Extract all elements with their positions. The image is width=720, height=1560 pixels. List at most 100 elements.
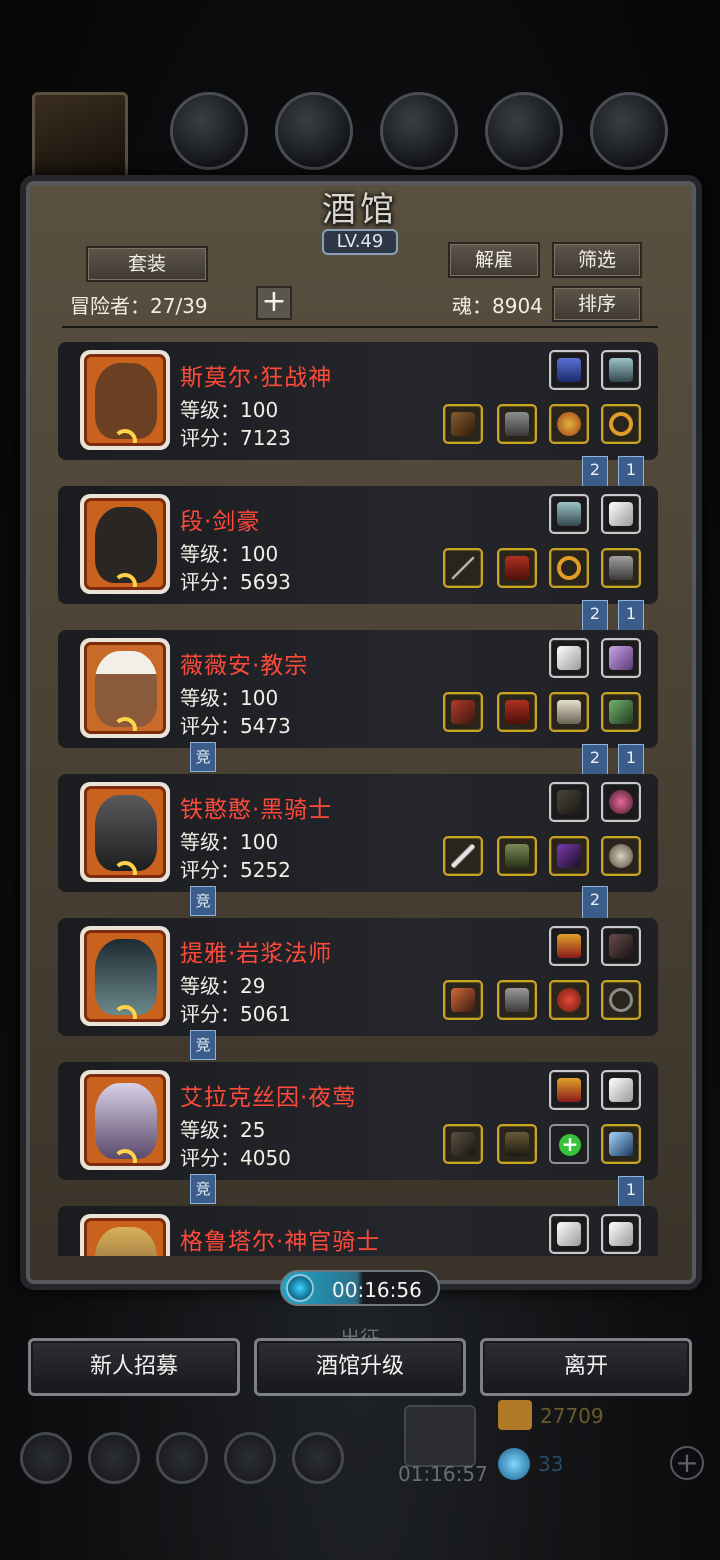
adventurer-count: 冒险者：27/39 (70, 294, 208, 318)
gem-amount: 33 (538, 1452, 564, 1476)
slot-flag: 2 (582, 600, 608, 634)
gem-icon (498, 1448, 530, 1480)
hero-card[interactable]: 斯莫尔·狂战神 等级：100 评分：7123 (58, 342, 658, 460)
scythe-icon[interactable] (443, 1124, 483, 1164)
add-currency-button[interactable]: + (670, 1446, 704, 1480)
hero-card[interactable]: 格鲁塔尔·神官骑士 (58, 1206, 658, 1256)
ring-icon[interactable] (601, 404, 641, 444)
orb-icon[interactable] (601, 782, 641, 822)
hero-score: 评分：5693 (180, 570, 291, 594)
hero-score: 评分：5252 (180, 858, 291, 882)
gift-icon[interactable] (404, 1405, 476, 1467)
gem-ring-icon[interactable] (549, 980, 589, 1020)
crest-icon[interactable] (549, 1070, 589, 1110)
crest-icon[interactable] (549, 926, 589, 966)
leave-button[interactable]: 离开 (480, 1338, 692, 1396)
hero-card[interactable]: 艾拉克丝因·夜莺 等级：25 评分：4050 + (58, 1062, 658, 1180)
axe-icon[interactable] (443, 404, 483, 444)
hero-score: 评分：5473 (180, 714, 291, 738)
gift-timer: 01:16:57 (398, 1462, 488, 1486)
shield-icon[interactable] (601, 836, 641, 876)
suit-button[interactable]: 套装 (86, 246, 208, 282)
armor-icon[interactable] (497, 980, 537, 1020)
hero-level: 等级：29 (180, 974, 266, 998)
codex-icon[interactable] (156, 1432, 208, 1484)
feather-icon[interactable] (601, 494, 641, 534)
claw-icon[interactable] (601, 692, 641, 732)
hero-name: 铁憨憨·黑骑士 (180, 797, 333, 823)
amulet-icon[interactable] (601, 980, 641, 1020)
avatar[interactable] (80, 350, 170, 450)
armor-icon[interactable] (497, 404, 537, 444)
recruit-button[interactable]: 新人招募 (28, 1338, 240, 1396)
crystal-icon[interactable] (601, 638, 641, 678)
gauntlet-icon[interactable] (549, 692, 589, 732)
header-divider (62, 326, 658, 328)
spear-icon[interactable] (443, 548, 483, 588)
add-slot-icon[interactable]: + (549, 1124, 589, 1164)
slot-flag: 1 (618, 744, 644, 778)
slot-flag: 1 (618, 600, 644, 634)
avatar[interactable] (80, 782, 170, 882)
ring-icon[interactable] (549, 548, 589, 588)
competition-flag: 竞 (190, 1174, 216, 1204)
hammer-icon[interactable] (443, 692, 483, 732)
staff-icon[interactable] (443, 980, 483, 1020)
avatar[interactable] (80, 1214, 170, 1256)
quill-icon[interactable] (601, 926, 641, 966)
upgrade-tavern-button[interactable]: 酒馆升级 (254, 1338, 466, 1396)
avatar[interactable] (80, 638, 170, 738)
slot-flag: 2 (582, 456, 608, 490)
share-icon[interactable] (292, 1432, 344, 1484)
slot-flag: 1 (618, 1176, 644, 1210)
cloak-icon[interactable] (497, 548, 537, 588)
slot-flag: 2 (582, 886, 608, 920)
achievement-icon[interactable] (88, 1432, 140, 1484)
tavern-title-plate: 酒馆 (0, 182, 720, 231)
wing-charm-icon[interactable] (601, 350, 641, 390)
sort-button[interactable]: 排序 (552, 286, 642, 322)
feather-icon[interactable] (601, 1070, 641, 1110)
avatar[interactable] (80, 926, 170, 1026)
hero-level: 等级：25 (180, 1118, 266, 1142)
competition-flag: 竞 (190, 742, 216, 772)
hero-list[interactable]: 斯莫尔·狂战神 等级：100 评分：7123 2 1 段·剑豪 等级：100 评… (50, 330, 670, 1256)
necklace-icon[interactable] (549, 350, 589, 390)
cloak-icon[interactable] (497, 692, 537, 732)
settings-icon[interactable] (20, 1432, 72, 1484)
dagger-icon[interactable] (601, 1124, 641, 1164)
expand-roster-button[interactable]: + (256, 286, 292, 320)
competition-flag: 竞 (190, 886, 216, 916)
wing-charm-icon[interactable] (549, 494, 589, 534)
filter-button[interactable]: 筛选 (552, 242, 642, 278)
avatar[interactable] (80, 494, 170, 594)
sword-icon[interactable] (443, 836, 483, 876)
hero-card[interactable]: 铁憨憨·黑骑士 等级：100 评分：5252 (58, 774, 658, 892)
gauntlet-icon[interactable] (601, 548, 641, 588)
rune-icon[interactable] (549, 836, 589, 876)
feather-icon[interactable] (549, 1214, 589, 1254)
resource-crystal-icon (485, 92, 563, 170)
mail-icon[interactable] (224, 1432, 276, 1484)
bow-icon[interactable] (549, 782, 589, 822)
avatar[interactable] (80, 1070, 170, 1170)
armor-icon[interactable] (497, 836, 537, 876)
slot-flag: 1 (618, 456, 644, 490)
feather-icon[interactable] (549, 638, 589, 678)
gold-icon (498, 1400, 532, 1430)
medallion-icon[interactable] (549, 404, 589, 444)
resource-meat-icon (170, 92, 248, 170)
hero-name: 艾拉克丝因·夜莺 (180, 1085, 357, 1111)
dismiss-button[interactable]: 解雇 (448, 242, 540, 278)
player-portrait (32, 92, 128, 188)
hero-card[interactable]: 提雅·岩浆法师 等级：29 评分：5061 (58, 918, 658, 1036)
hero-score: 评分：7123 (180, 426, 291, 450)
hero-level: 等级：100 (180, 830, 279, 854)
hero-level: 等级：100 (180, 542, 279, 566)
hero-card[interactable]: 段·剑豪 等级：100 评分：5693 (58, 486, 658, 604)
soul-count: 魂：8904 (452, 294, 543, 318)
robe-icon[interactable] (497, 1124, 537, 1164)
feather-icon[interactable] (601, 1214, 641, 1254)
hero-card[interactable]: 薇薇安·教宗 等级：100 评分：5473 (58, 630, 658, 748)
competition-flag: 竞 (190, 1030, 216, 1060)
